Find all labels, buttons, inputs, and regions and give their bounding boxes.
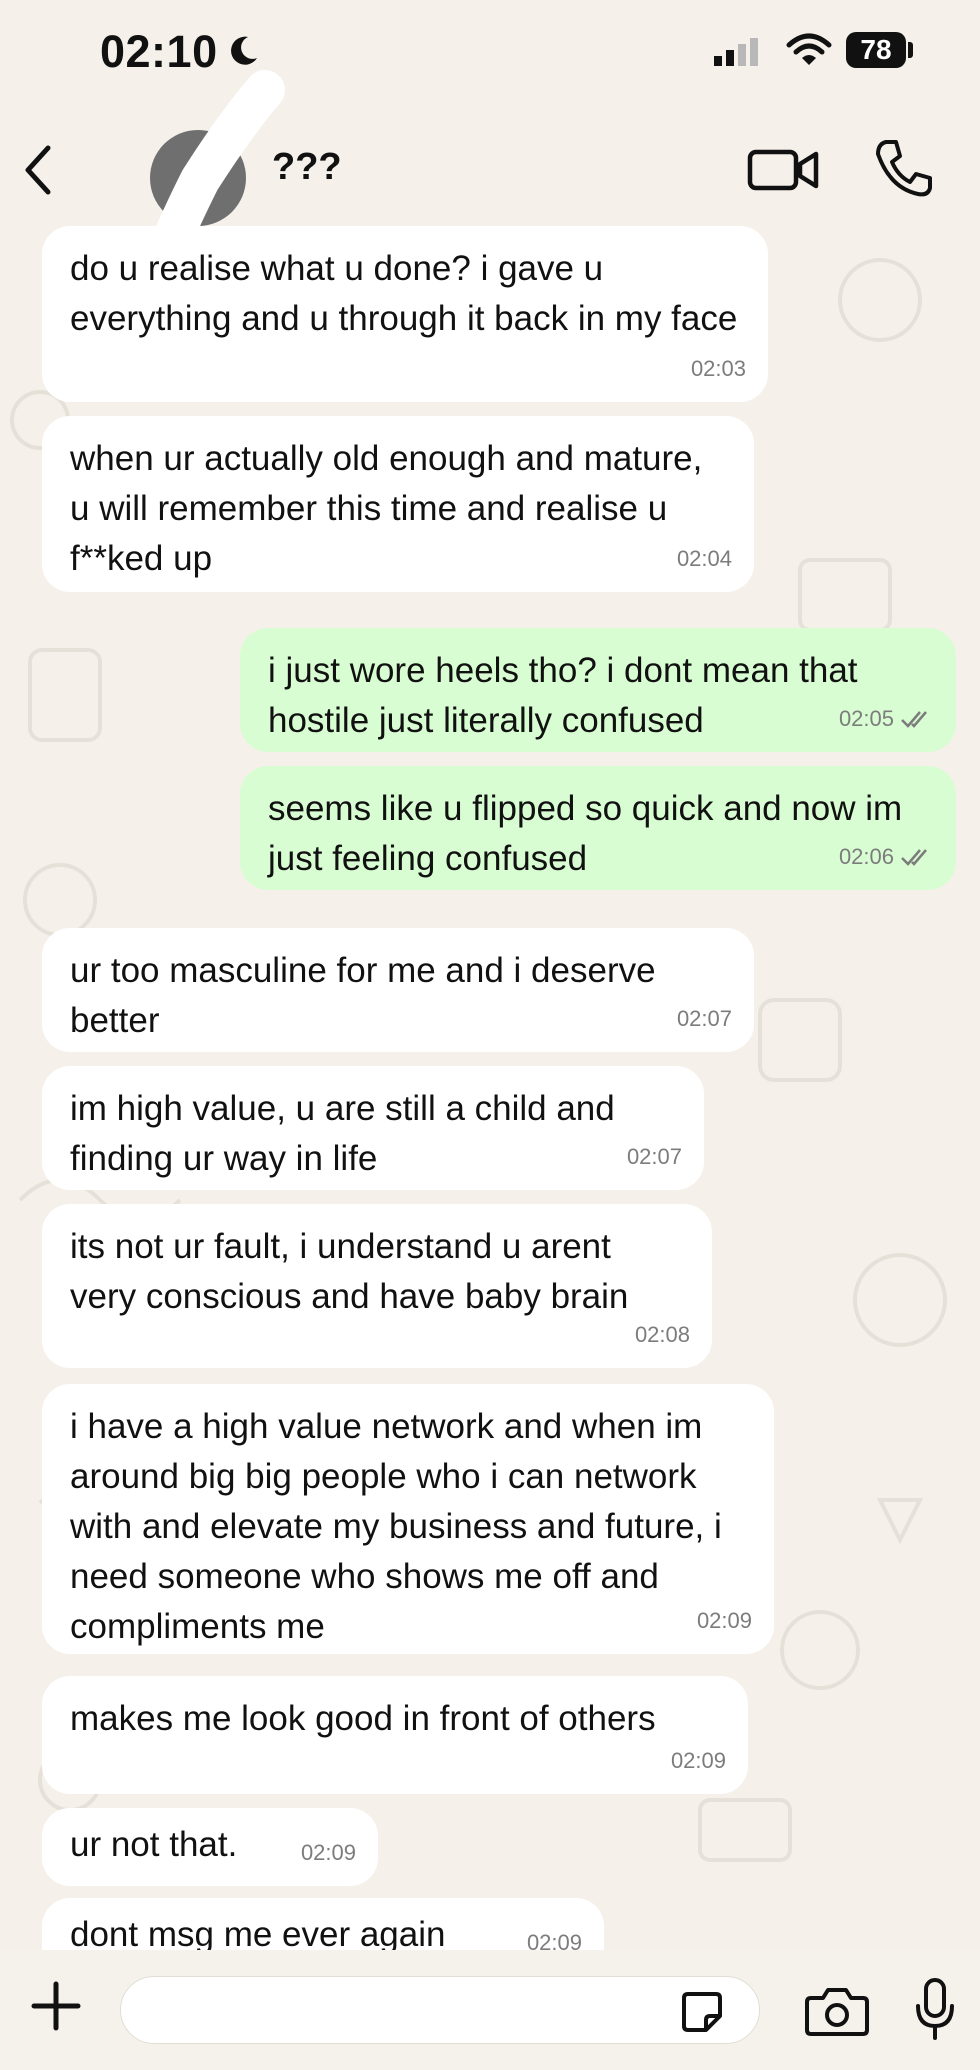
sticker-icon[interactable] — [680, 1990, 724, 2034]
message-text: i have a high value network and when im … — [70, 1407, 722, 1646]
message-bubble-incoming[interactable]: its not ur fault, i understand u arent v… — [42, 1204, 712, 1368]
wifi-icon — [786, 33, 832, 65]
camera-icon[interactable] — [805, 1986, 869, 2036]
message-time: 02:08 — [634, 1322, 690, 1347]
video-call-icon[interactable] — [746, 140, 820, 200]
message-bubble-outgoing[interactable]: seems like u flipped so quick and now im… — [240, 766, 956, 890]
message-input-bar — [0, 1950, 980, 2070]
message-text: its not ur fault, i understand u arent v… — [70, 1227, 629, 1316]
chat-header: ??? — [0, 70, 980, 250]
message-text: makes me look good in front of others — [70, 1699, 656, 1738]
message-bubble-incoming[interactable]: ur too masculine for me and i deserve be… — [42, 928, 754, 1052]
message-text: im high value, u are still a child and f… — [70, 1089, 615, 1178]
contact-name[interactable]: ??? — [272, 146, 342, 189]
message-time: 02:07 — [676, 1006, 732, 1031]
message-text: do u realise what u done? i gave u every… — [70, 249, 738, 338]
read-ticks-icon — [901, 849, 927, 866]
message-time: 02:04 — [676, 546, 732, 571]
message-bubble-incoming[interactable]: ur not that. 02:09 — [42, 1808, 378, 1886]
message-time: 02:05 — [838, 706, 894, 731]
message-time: 02:09 — [670, 1748, 726, 1773]
moon-icon — [231, 36, 257, 65]
message-text: ur too masculine for me and i deserve be… — [70, 951, 656, 1040]
message-bubble-incoming[interactable]: im high value, u are still a child and f… — [42, 1066, 704, 1190]
message-time: 02:06 — [838, 844, 894, 869]
plus-icon[interactable] — [30, 1980, 82, 2032]
message-input[interactable] — [120, 1976, 760, 2044]
message-bubble-incoming[interactable]: makes me look good in front of others 02… — [42, 1676, 748, 1794]
message-time: 02:07 — [626, 1144, 682, 1169]
message-time-row: 02:05 — [839, 694, 934, 744]
message-bubble-incoming[interactable]: i have a high value network and when im … — [42, 1384, 774, 1654]
read-ticks-icon — [901, 711, 927, 728]
message-time-row: 02:06 — [839, 832, 934, 882]
message-time: 02:09 — [696, 1608, 752, 1633]
message-bubble-incoming[interactable]: when ur actually old enough and mature, … — [42, 416, 754, 592]
battery-tip — [908, 42, 913, 58]
message-bubble-outgoing[interactable]: i just wore heels tho? i dont mean that … — [240, 628, 956, 752]
message-time: 02:03 — [690, 356, 746, 381]
redaction-scribble — [150, 70, 285, 250]
message-time: 02:09 — [300, 1840, 356, 1865]
message-text: seems like u flipped so quick and now im… — [268, 789, 903, 878]
mic-icon[interactable] — [915, 1978, 955, 2042]
phone-icon[interactable] — [872, 136, 934, 200]
message-bubble-incoming[interactable]: do u realise what u done? i gave u every… — [42, 226, 768, 402]
back-icon[interactable] — [18, 140, 58, 200]
message-text: i just wore heels tho? i dont mean that … — [268, 651, 858, 740]
signal-icon — [714, 38, 758, 66]
message-text: when ur actually old enough and mature, … — [70, 439, 703, 578]
battery-indicator: 78 — [846, 32, 906, 68]
